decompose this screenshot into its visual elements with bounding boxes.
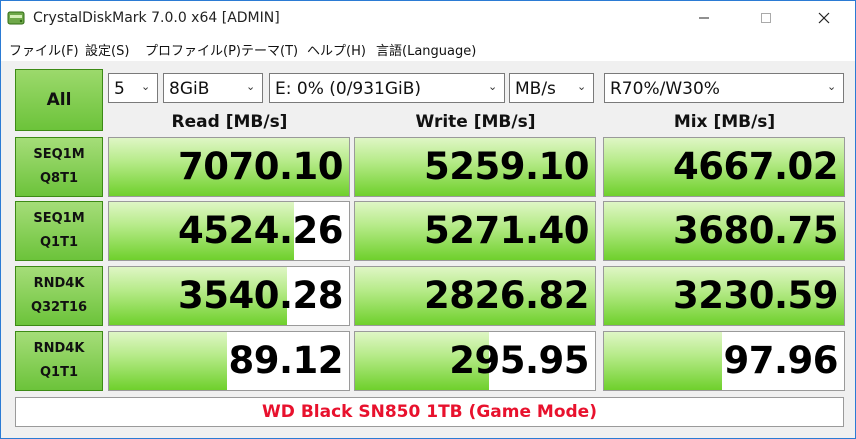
test-params: Q1T1	[39, 365, 78, 380]
test-size-value: 8GiB	[169, 79, 210, 99]
result-value: 4667.02	[672, 145, 839, 188]
title-bar: CrystalDiskMark 7.0.0 x64 [ADMIN]	[1, 1, 855, 35]
comment-field[interactable]: WD Black SN850 1TB (Game Mode)	[15, 397, 844, 427]
test-params: Q32T16	[30, 300, 88, 315]
window-title: CrystalDiskMark 7.0.0 x64 [ADMIN]	[33, 10, 280, 26]
result-value: 2826.82	[423, 274, 590, 317]
chevron-down-icon: ⌄	[827, 80, 837, 93]
minimize-icon	[699, 17, 709, 19]
result-value: 3230.59	[672, 274, 839, 317]
test-params: Q1T1	[39, 235, 78, 250]
result-bar	[604, 332, 722, 390]
run-all-button[interactable]: All	[15, 69, 103, 131]
result-mix-seq1m-q1t1: 3680.75	[603, 201, 845, 261]
mix-ratio-value: R70%/W30%	[610, 79, 720, 99]
result-value: 5259.10	[423, 145, 590, 188]
chevron-down-icon: ⌄	[488, 80, 498, 93]
test-count-value: 5	[114, 79, 125, 99]
mix-ratio-select[interactable]: R70%/W30% ⌄	[604, 73, 844, 103]
result-value: 5271.40	[423, 209, 590, 252]
unit-select[interactable]: MB/s ⌄	[509, 73, 594, 103]
menu-file[interactable]: ファイル(F)	[9, 40, 79, 59]
result-mix-rnd4k-q1t1: 97.96	[603, 331, 845, 391]
test-size-select[interactable]: 8GiB ⌄	[163, 73, 263, 103]
result-value: 89.12	[228, 339, 343, 382]
test-button-rnd4k-q32t16[interactable]: RND4K Q32T16	[15, 266, 103, 326]
close-icon	[818, 12, 830, 24]
result-bar	[109, 332, 227, 390]
comment-text: WD Black SN850 1TB (Game Mode)	[262, 402, 597, 422]
close-button[interactable]	[801, 1, 847, 35]
maximize-button[interactable]	[743, 1, 789, 35]
test-name: RND4K	[33, 341, 85, 356]
test-button-seq1m-q1t1[interactable]: SEQ1M Q1T1	[15, 201, 103, 261]
app-window: CrystalDiskMark 7.0.0 x64 [ADMIN] ファイル(F…	[0, 0, 856, 439]
test-name: SEQ1M	[33, 211, 85, 226]
result-mix-seq1m-q8t1: 4667.02	[603, 137, 845, 197]
menu-bar: ファイル(F) 設定(S) プロファイル(P) テーマ(T) ヘルプ(H) 言語…	[1, 35, 855, 61]
chevron-down-icon: ⌄	[577, 80, 587, 93]
menu-profile[interactable]: プロファイル(P)	[145, 40, 241, 59]
minimize-button[interactable]	[681, 1, 727, 35]
result-write-rnd4k-q1t1: 295.95	[354, 331, 596, 391]
result-write-rnd4k-q32t16: 2826.82	[354, 266, 596, 326]
test-button-seq1m-q8t1[interactable]: SEQ1M Q8T1	[15, 137, 103, 197]
mix-column-header: Mix [MB/s]	[673, 112, 776, 132]
menu-settings[interactable]: 設定(S)	[85, 40, 129, 59]
disk-app-icon	[7, 11, 25, 25]
result-value: 3540.28	[177, 274, 344, 317]
result-read-rnd4k-q32t16: 3540.28	[108, 266, 350, 326]
result-mix-rnd4k-q32t16: 3230.59	[603, 266, 845, 326]
write-column-header: Write [MB/s]	[415, 112, 536, 132]
menu-help[interactable]: ヘルプ(H)	[307, 40, 366, 59]
result-value: 7070.10	[177, 145, 344, 188]
menu-language[interactable]: 言語(Language)	[376, 40, 476, 59]
drive-select[interactable]: E: 0% (0/931GiB) ⌄	[269, 73, 505, 103]
test-button-rnd4k-q1t1[interactable]: RND4K Q1T1	[15, 331, 103, 391]
chevron-down-icon: ⌄	[246, 80, 256, 93]
test-name: SEQ1M	[33, 147, 85, 162]
test-count-select[interactable]: 5 ⌄	[108, 73, 158, 103]
result-value: 97.96	[723, 339, 838, 382]
chevron-down-icon: ⌄	[141, 80, 151, 93]
read-column-header: Read [MB/s]	[171, 112, 288, 132]
result-value: 295.95	[449, 339, 589, 382]
maximize-icon	[761, 13, 771, 23]
result-write-seq1m-q1t1: 5271.40	[354, 201, 596, 261]
result-read-seq1m-q8t1: 7070.10	[108, 137, 350, 197]
result-read-seq1m-q1t1: 4524.26	[108, 201, 350, 261]
unit-value: MB/s	[515, 79, 556, 99]
test-params: Q8T1	[39, 171, 78, 186]
result-value: 4524.26	[177, 209, 344, 252]
result-value: 3680.75	[672, 209, 839, 252]
test-name: RND4K	[33, 276, 85, 291]
result-write-seq1m-q8t1: 5259.10	[354, 137, 596, 197]
drive-value: E: 0% (0/931GiB)	[275, 79, 422, 99]
menu-theme[interactable]: テーマ(T)	[241, 40, 298, 59]
result-read-rnd4k-q1t1: 89.12	[108, 331, 350, 391]
